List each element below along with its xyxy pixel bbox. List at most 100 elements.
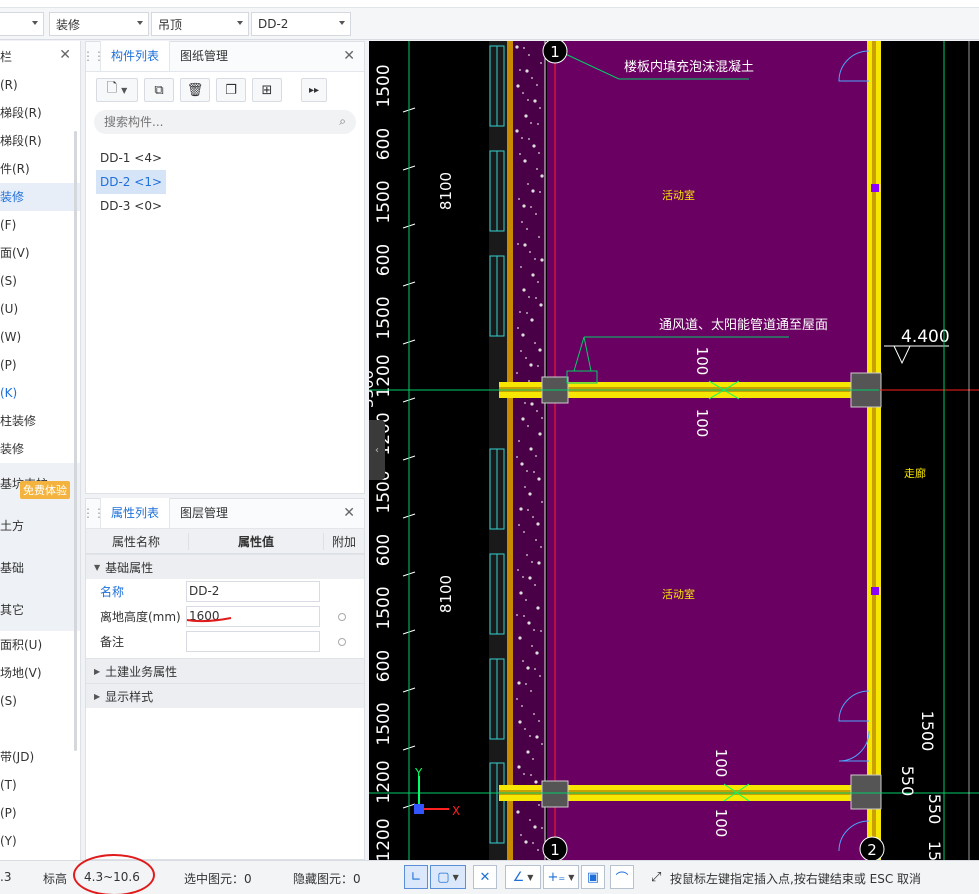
nav-item[interactable]: 装修 (0, 183, 80, 211)
new-component-button[interactable]: 🗋 ▼ (96, 78, 138, 102)
nav-item[interactable]: 装修 (0, 435, 80, 463)
nav-item[interactable] (0, 715, 80, 743)
nav-item[interactable]: 带(JD) (0, 743, 80, 771)
insulation-dot (516, 84, 520, 88)
radio-icon[interactable] (338, 612, 346, 621)
nav-item[interactable]: 件(R) (0, 155, 80, 183)
dim-15-right: 15 (925, 841, 944, 860)
type-select-value: 吊顶 (158, 17, 183, 32)
toolbar-select-left[interactable] (0, 12, 44, 36)
copy-component-button[interactable]: ⧉ (144, 78, 174, 102)
property-add-cell (322, 612, 362, 621)
nav-item[interactable]: 其它 (0, 589, 80, 631)
radio-icon[interactable] (338, 637, 346, 646)
nav-item[interactable]: 梯段(R) (0, 99, 80, 127)
insulation-dot (531, 273, 535, 277)
drag-handle-icon[interactable]: ⋮⋮ (82, 41, 105, 71)
angle-toggle[interactable]: ∠ ▼ (505, 865, 541, 889)
insulation-dot (539, 191, 541, 193)
nav-item[interactable]: 土方 (0, 505, 80, 547)
insulation-dot (535, 539, 537, 541)
more-button[interactable]: ▸▸ (301, 78, 327, 102)
close-icon[interactable]: ✕ (59, 47, 71, 63)
nav-item[interactable]: (S) (0, 687, 80, 715)
component-toolbar: 🗋 ▼ ⧉ 🗑 ❐ ⊞ ▸▸ (86, 72, 364, 102)
component-list-item[interactable]: DD-3 <0> (96, 194, 364, 218)
insulation-dot (526, 312, 528, 314)
nav-item[interactable]: 柱装修 (0, 407, 80, 435)
component-select[interactable]: DD-2 (251, 12, 351, 36)
component-search-input[interactable] (104, 115, 324, 129)
tab-property-list[interactable]: 属性列表 (100, 498, 171, 528)
insulation-dot (518, 198, 520, 200)
duplicate-layer-button[interactable]: ❐ (216, 78, 246, 102)
property-value-input[interactable]: DD-2 (186, 581, 320, 602)
insulation-dot (527, 425, 529, 427)
insulation-dot (530, 122, 532, 124)
nav-item[interactable]: 场地(V) (0, 659, 80, 687)
property-value-cell: DD-2 (186, 581, 322, 602)
tab-layer-management[interactable]: 图层管理 (170, 498, 238, 528)
dim-550-right: 550 (925, 794, 944, 825)
nav-item[interactable]: (K) (0, 379, 80, 407)
property-group-civil[interactable]: ▶ 土建业务属性 (86, 658, 364, 683)
insulation-dot (520, 834, 522, 836)
nav-item[interactable]: (P) (0, 351, 80, 379)
insulation-dot (537, 365, 539, 367)
property-value-cell (186, 631, 322, 652)
insulation-band (513, 41, 545, 860)
nav-item[interactable]: 面积(U) (0, 631, 80, 659)
nav-item[interactable]: (Y) (0, 827, 80, 855)
insulation-dot (537, 477, 541, 481)
module-nav: 栏 ✕ (R) 梯段(R) 梯段(R) 件(R) 装修 (F) 面(V) (S) (U) (W)(… (0, 41, 81, 860)
panel-collapse-tab[interactable]: ‹ (369, 420, 385, 480)
insulation-dot (534, 668, 536, 670)
dynamic-input-toggle[interactable]: +₌ ▼ (543, 865, 579, 889)
nav-scrollbar[interactable] (74, 131, 77, 751)
insulation-dot (533, 713, 535, 715)
tab-component-list[interactable]: 构件列表 (100, 41, 171, 71)
cross-icon: ✕ (479, 869, 491, 885)
nav-item[interactable]: 基础 (0, 547, 80, 589)
room-label: 活动室 (662, 587, 695, 601)
drag-handle-icon[interactable]: ⋮⋮ (82, 498, 105, 528)
nav-item[interactable]: (W) (0, 323, 80, 351)
cross-toggle[interactable]: ✕ (473, 865, 497, 889)
close-icon[interactable]: ✕ (343, 48, 355, 64)
arc-toggle[interactable]: ⌒ (610, 865, 634, 889)
snap-toggle[interactable]: ▢ ▼ (430, 865, 466, 889)
drawing-canvas[interactable]: 1500 600 1500 600 1500 1200 1200 1500 600 1500 600… (369, 41, 979, 860)
property-value-input[interactable] (186, 631, 320, 652)
property-group-basic[interactable]: ▼ 基础属性 (86, 554, 364, 579)
search-icon[interactable]: ⌕ (339, 114, 346, 129)
nav-item[interactable]: (R) (0, 71, 80, 99)
nav-item[interactable]: (U) (0, 295, 80, 323)
nav-item[interactable]: 面(V) (0, 239, 80, 267)
component-list-item[interactable]: DD-1 <4> (96, 146, 364, 170)
property-group-display[interactable]: ▶ 显示样式 (86, 683, 364, 708)
category-select[interactable]: 装修 (49, 12, 149, 36)
nav-item[interactable]: (P) (0, 799, 80, 827)
column-header-value: 属性值 (188, 532, 324, 550)
component-list-item[interactable]: DD-2 <1> (96, 170, 364, 194)
insulation-dot (516, 456, 518, 458)
display-toggle[interactable]: ▣ (581, 865, 605, 889)
nav-item[interactable]: (F) (0, 211, 80, 239)
import-component-button[interactable]: ⊞ (252, 78, 282, 102)
nav-item[interactable]: (T) (0, 771, 80, 799)
new-file-icon: 🗋 (106, 81, 118, 96)
ortho-toggle[interactable]: ∟ (404, 865, 428, 889)
tab-drawing-management[interactable]: 图纸管理 (170, 41, 238, 71)
copy-icon: ⧉ (154, 82, 164, 98)
close-icon[interactable]: ✕ (343, 505, 355, 521)
elevation-value: 4.400 (901, 327, 950, 347)
chevron-down-icon: ▼ (452, 872, 459, 882)
nav-item[interactable]: 梯段(R) (0, 127, 80, 155)
free-trial-badge[interactable]: 免费体验 (20, 481, 70, 499)
insulation-dot (523, 773, 525, 775)
type-select[interactable]: 吊顶 (151, 12, 249, 36)
component-panel-tabs: ⋮⋮ 构件列表 图纸管理 ✕ (82, 41, 364, 72)
nav-item[interactable]: (S) (0, 267, 80, 295)
drawing-svg: 1500 600 1500 600 1500 1200 1200 1500 600 1500 600… (369, 41, 979, 860)
delete-component-button[interactable]: 🗑 (180, 78, 210, 102)
